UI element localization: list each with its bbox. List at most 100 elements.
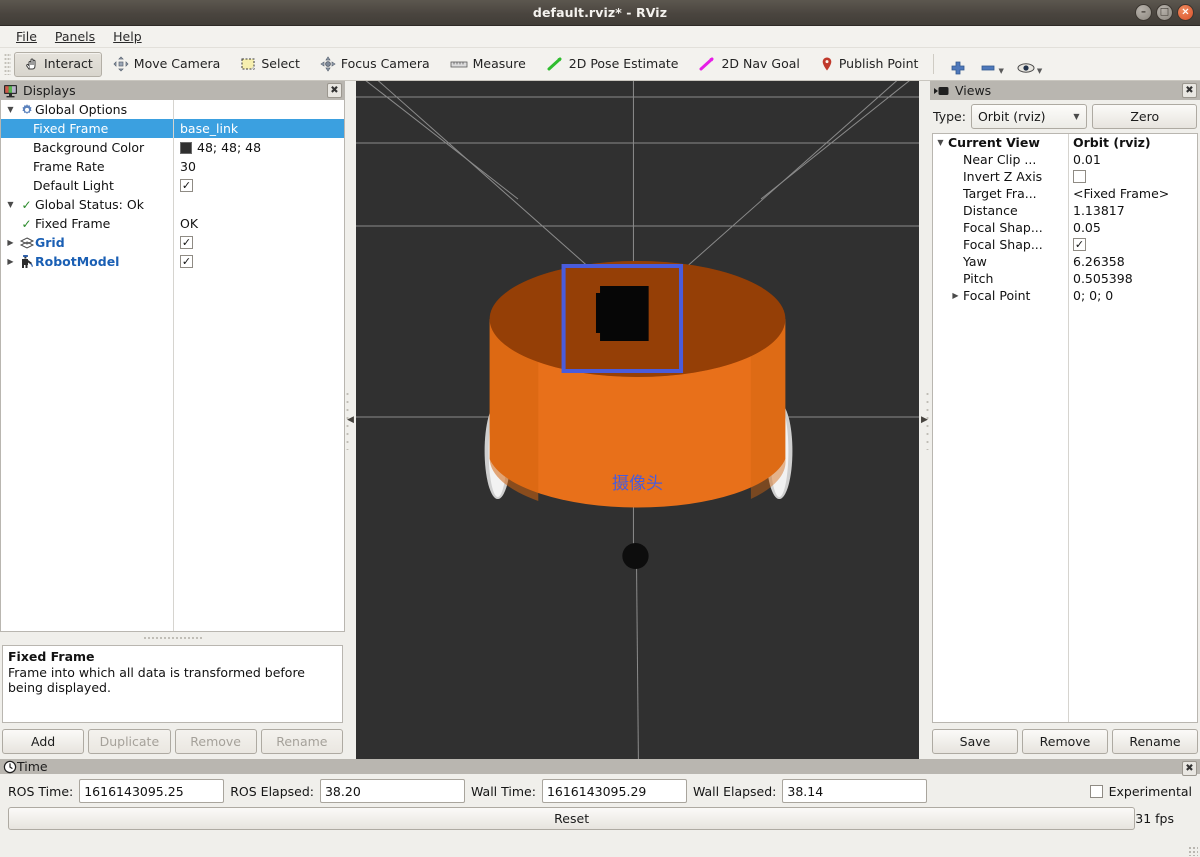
tree-label-grid: Grid [35, 235, 65, 250]
invert-z-checkbox[interactable] [1073, 170, 1086, 183]
views-row-value-cell[interactable] [1068, 168, 1197, 185]
views-row-value-cell[interactable]: 0; 0; 0 [1068, 287, 1197, 304]
default-light-checkbox[interactable]: ✓ [180, 179, 193, 192]
time-panel: Time ✖ ROS Time: 1616143095.25 ROS Elaps… [0, 759, 1200, 856]
experimental-checkbox[interactable] [1089, 784, 1103, 798]
views-label-near-clip: Near Clip ... [963, 152, 1037, 167]
views-row-value-cell[interactable]: <Fixed Frame> [1068, 185, 1197, 202]
views-label-focal-point: Focal Point [963, 288, 1031, 303]
render-view-3d[interactable]: 摄像头 [356, 81, 919, 759]
experimental-group[interactable]: Experimental [1089, 784, 1192, 799]
views-row-focal-point[interactable]: Focal Point 0; 0; 0 [933, 287, 1197, 304]
menu-help[interactable]: Help [105, 27, 150, 46]
views-row-value-cell[interactable]: 6.26358 [1068, 253, 1197, 270]
views-row-value-cell[interactable]: ✓ [1068, 236, 1197, 253]
maximize-button[interactable]: □ [1156, 4, 1173, 21]
views-row-target-frame[interactable]: Target Fra... <Fixed Frame> [933, 185, 1197, 202]
minimize-button[interactable]: – [1135, 4, 1152, 21]
view-type-value: Orbit (rviz) [977, 109, 1046, 124]
expander-down-icon-2[interactable] [3, 200, 18, 209]
view-type-combobox[interactable]: Orbit (rviz) ▼ [970, 104, 1088, 129]
resize-grip[interactable] [1188, 846, 1198, 856]
menu-file[interactable]: File [8, 27, 45, 46]
tree-row-value-cell[interactable]: base_link [173, 119, 344, 138]
time-panel-close-button[interactable]: ✖ [1182, 761, 1197, 776]
wall-elapsed-input[interactable]: 38.14 [782, 779, 928, 803]
robotmodel-checkbox[interactable]: ✓ [180, 255, 193, 268]
tool-measure[interactable]: Measure [441, 52, 535, 77]
expander-right-icon[interactable] [3, 238, 18, 247]
visibility-button[interactable]: ▼ [1010, 51, 1048, 77]
views-panel-close-button[interactable]: ✖ [1182, 83, 1197, 98]
views-row-name-cell: Focal Shap... [933, 236, 1068, 253]
right-splitter-handle[interactable]: ▶ [919, 81, 930, 759]
views-row-yaw[interactable]: Yaw 6.26358 [933, 253, 1197, 270]
tool-publish-point[interactable]: Publish Point [811, 52, 928, 77]
views-row-focal-shape-fixed[interactable]: Focal Shap... ✓ [933, 236, 1197, 253]
grid-checkbox[interactable]: ✓ [180, 236, 193, 249]
displays-panel-close-button[interactable]: ✖ [327, 83, 342, 98]
displays-splitter-grip[interactable] [142, 634, 203, 641]
remove-view-button[interactable]: Remove [1022, 729, 1108, 754]
tree-row-value-cell[interactable]: ✓ [173, 233, 344, 252]
ros-elapsed-input[interactable]: 38.20 [319, 779, 465, 803]
caster-ball [622, 543, 649, 569]
collapse-right-arrow-icon[interactable]: ▶ [921, 415, 928, 425]
tool-select-label: Select [261, 55, 300, 71]
tool-focus-camera[interactable]: Focus Camera [311, 52, 439, 77]
close-icon: × [1181, 6, 1190, 17]
collapse-left-arrow-icon[interactable]: ◀ [347, 415, 354, 425]
displays-buttons: Add Duplicate Remove Rename [0, 723, 345, 759]
views-row-invert-z[interactable]: Invert Z Axis [933, 168, 1197, 185]
views-row-value-cell[interactable]: 0.01 [1068, 151, 1197, 168]
views-row-value-cell[interactable]: 0.05 [1068, 219, 1197, 236]
views-row-focal-shape-size[interactable]: Focal Shap... 0.05 [933, 219, 1197, 236]
views-row-current-view[interactable]: Current View Orbit (rviz) [933, 134, 1197, 151]
remove-tool-button[interactable]: ▼ [973, 51, 1009, 77]
tree-row-value-cell[interactable]: 30 [173, 157, 344, 176]
wall-time-input[interactable]: 1616143095.29 [541, 779, 687, 803]
displays-tree[interactable]: Global Options Fixed Frame base_link Bac… [0, 100, 345, 632]
camera-box [600, 286, 649, 341]
views-tree[interactable]: Current View Orbit (rviz) Near Clip ... … [932, 133, 1198, 723]
reset-button[interactable]: Reset [8, 807, 1136, 830]
tool-2d-nav-goal[interactable]: 2D Nav Goal [689, 52, 808, 77]
zero-button[interactable]: Zero [1092, 104, 1197, 129]
monitor-icon [3, 84, 18, 98]
focal-shape-fixed-checkbox[interactable]: ✓ [1073, 238, 1086, 251]
toolbar-grip[interactable] [4, 53, 11, 75]
menu-panels[interactable]: Panels [47, 27, 103, 46]
views-row-value-cell[interactable]: 1.13817 [1068, 202, 1197, 219]
map-pin-icon [820, 56, 834, 72]
left-splitter-handle[interactable]: ◀ [345, 81, 356, 759]
ros-time-input[interactable]: 1616143095.25 [79, 779, 225, 803]
tree-row-value-cell[interactable]: 48; 48; 48 [173, 138, 344, 157]
tree-label-status-fixed-frame: Fixed Frame [35, 216, 111, 231]
save-view-button[interactable]: Save [932, 729, 1018, 754]
close-button[interactable]: × [1177, 4, 1194, 21]
tool-interact[interactable]: Interact [14, 51, 102, 77]
views-panel: Views ✖ Type: Orbit (rviz) ▼ Zero Curren… [930, 81, 1200, 759]
tool-select[interactable]: Select [231, 52, 309, 77]
rename-view-button[interactable]: Rename [1112, 729, 1198, 754]
chevron-down-icon[interactable]: ▼ [998, 67, 1003, 75]
tool-2d-pose-estimate[interactable]: 2D Pose Estimate [537, 52, 688, 77]
wall-time-label: Wall Time: [470, 783, 536, 799]
views-row-near-clip[interactable]: Near Clip ... 0.01 [933, 151, 1197, 168]
tree-row-value-cell[interactable]: ✓ [173, 252, 344, 271]
expander-right-icon-focal-point[interactable] [948, 291, 963, 300]
views-row-distance[interactable]: Distance 1.13817 [933, 202, 1197, 219]
expander-down-icon-views[interactable] [933, 138, 948, 147]
views-label-yaw: Yaw [963, 254, 987, 269]
chevron-down-icon-2[interactable]: ▼ [1037, 67, 1042, 75]
views-row-value-cell[interactable]: 0.505398 [1068, 270, 1197, 287]
add-button[interactable]: Add [2, 729, 85, 754]
eye-icon [1016, 59, 1036, 77]
views-row-pitch[interactable]: Pitch 0.505398 [933, 270, 1197, 287]
add-tool-button[interactable] [943, 51, 973, 77]
tree-row-value-cell[interactable]: ✓ [173, 176, 344, 195]
expander-down-icon[interactable] [3, 105, 18, 114]
menu-file-label: File [16, 29, 37, 44]
tool-move-camera[interactable]: Move Camera [104, 52, 230, 77]
expander-right-icon-2[interactable] [3, 257, 18, 266]
